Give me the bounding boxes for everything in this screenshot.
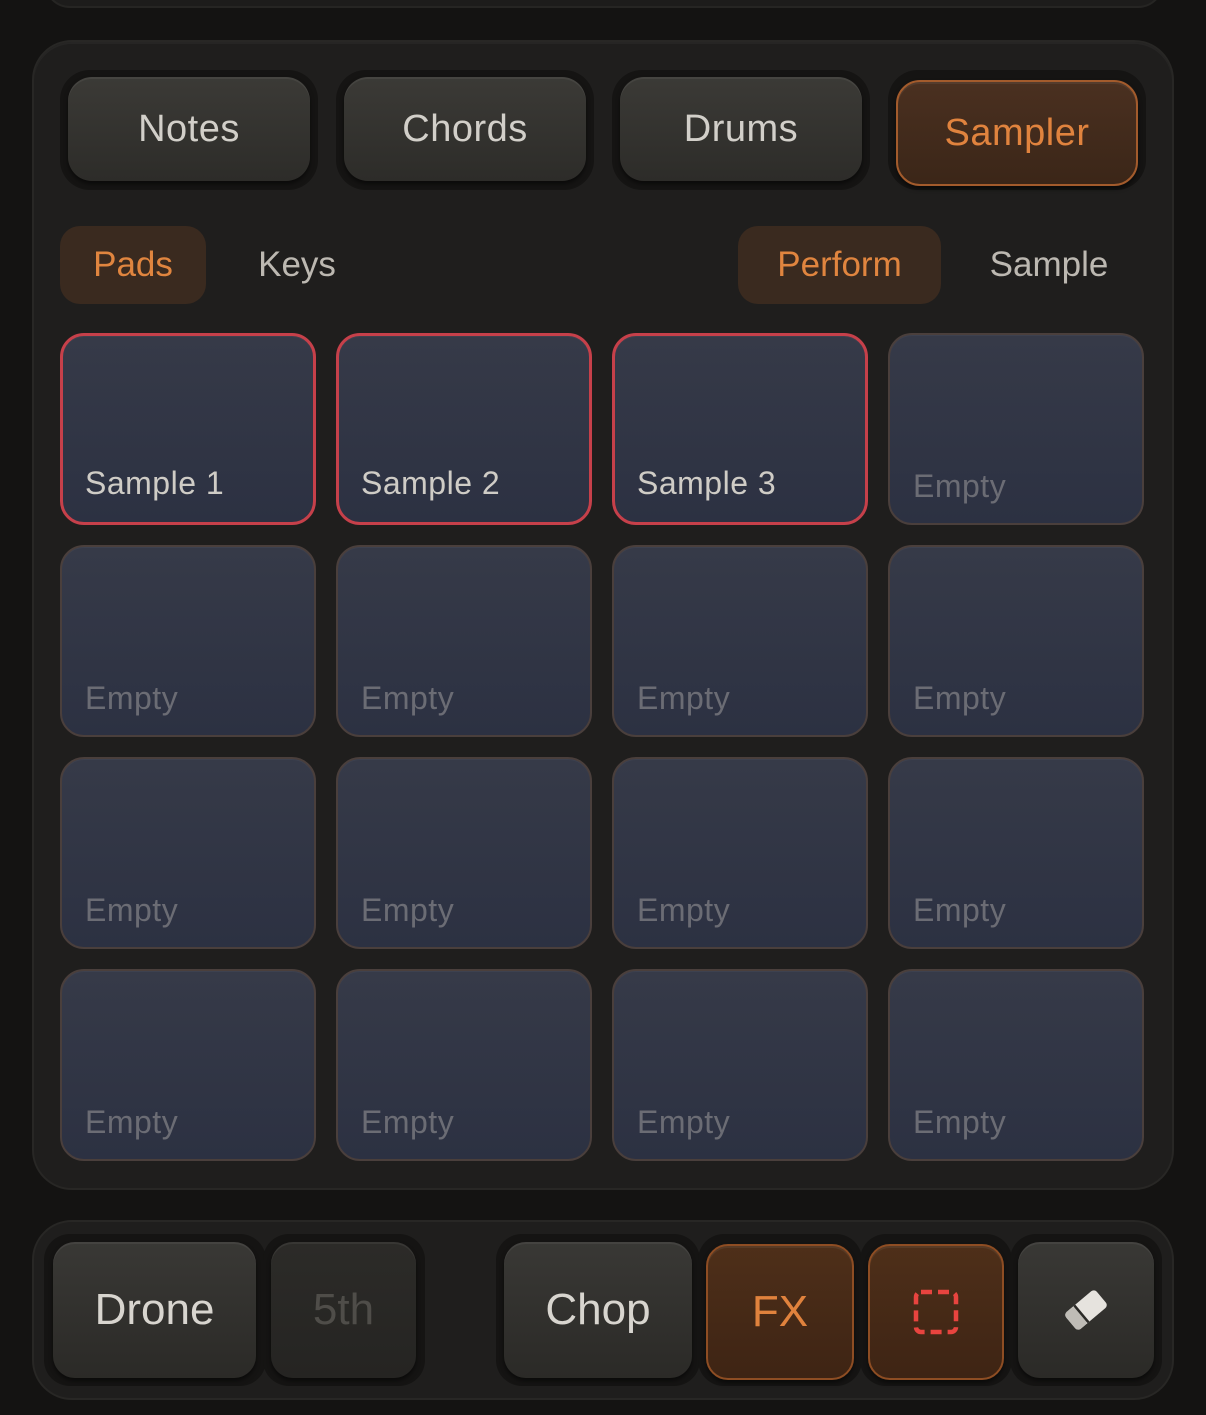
sample-pad[interactable]: Empty: [612, 969, 868, 1161]
sample-pad[interactable]: Sample 3: [612, 333, 868, 525]
sample-pad[interactable]: Empty: [612, 757, 868, 949]
tab-keys[interactable]: Keys: [226, 226, 368, 304]
tab-sampler[interactable]: Sampler: [896, 80, 1138, 186]
pad-label: Empty: [85, 892, 179, 928]
sample-pads-grid: Sample 1 Sample 2 Sample 3 Empty Empty E…: [60, 333, 1146, 1161]
tab-notes[interactable]: Notes: [68, 77, 310, 181]
mode-tab-well: Notes: [60, 70, 318, 190]
pad-label: Empty: [637, 892, 731, 928]
pad-label: Sample 1: [85, 465, 225, 501]
instrument-mode-tabs: Notes Chords Drums Sampler: [60, 70, 1146, 190]
sample-pad[interactable]: Empty: [336, 545, 592, 737]
mode-tab-well: Drums: [612, 70, 870, 190]
drone-button[interactable]: Drone: [53, 1242, 256, 1378]
pad-label: Sample 3: [637, 465, 777, 501]
pad-label: Empty: [637, 680, 731, 716]
mode-tab-well: Sampler: [888, 70, 1146, 190]
pad-label: Empty: [637, 1104, 731, 1140]
pad-label: Empty: [913, 680, 1007, 716]
pad-label: Empty: [361, 892, 455, 928]
pad-label: Empty: [85, 1104, 179, 1140]
tab-perform[interactable]: Perform: [738, 226, 941, 304]
tab-pads[interactable]: Pads: [60, 226, 206, 304]
eraser-button[interactable]: [1018, 1242, 1154, 1378]
sample-pad[interactable]: Empty: [888, 969, 1144, 1161]
mode-tab-well: Chords: [336, 70, 594, 190]
chop-button[interactable]: Chop: [504, 1242, 692, 1378]
dashed-selection-icon: [913, 1289, 959, 1335]
sample-pad[interactable]: Empty: [60, 545, 316, 737]
top-panel-edge: [44, 0, 1164, 8]
pad-label: Sample 2: [361, 465, 501, 501]
pad-label: Empty: [361, 680, 455, 716]
sample-pad[interactable]: Empty: [612, 545, 868, 737]
pad-label: Empty: [85, 680, 179, 716]
sample-pad[interactable]: Empty: [336, 969, 592, 1161]
sample-pad[interactable]: Empty: [336, 757, 592, 949]
select-button[interactable]: [868, 1244, 1004, 1380]
sample-pad[interactable]: Empty: [888, 333, 1144, 525]
sample-pad[interactable]: Sample 1: [60, 333, 316, 525]
tab-chords[interactable]: Chords: [344, 77, 586, 181]
tab-drums[interactable]: Drums: [620, 77, 862, 181]
eraser-icon: [1065, 1290, 1107, 1330]
fifth-button[interactable]: 5th: [271, 1242, 416, 1378]
fx-button[interactable]: FX: [706, 1244, 854, 1380]
sample-pad[interactable]: Empty: [60, 757, 316, 949]
pad-label: Empty: [913, 1104, 1007, 1140]
tab-sample[interactable]: Sample: [958, 226, 1140, 304]
sample-pad[interactable]: Empty: [888, 545, 1144, 737]
sample-pad[interactable]: Sample 2: [336, 333, 592, 525]
pad-label: Empty: [913, 468, 1007, 504]
sample-pad[interactable]: Empty: [888, 757, 1144, 949]
pad-label: Empty: [913, 892, 1007, 928]
pad-label: Empty: [361, 1104, 455, 1140]
sample-pad[interactable]: Empty: [60, 969, 316, 1161]
